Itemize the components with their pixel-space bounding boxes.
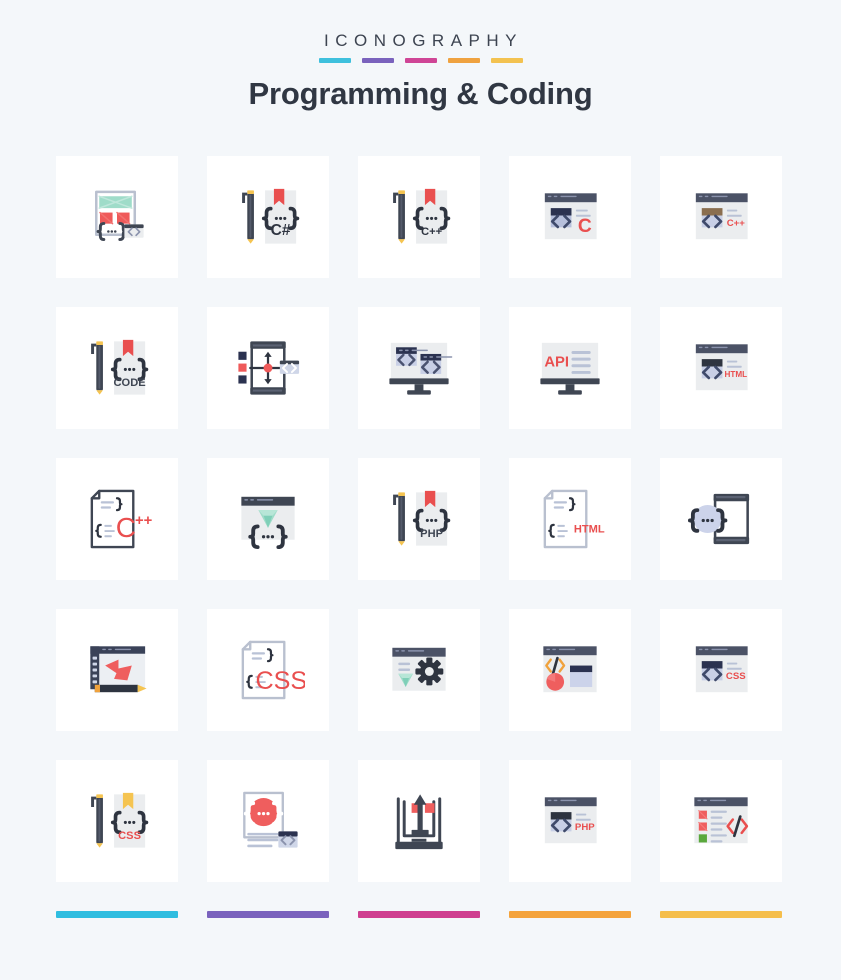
- header-swatch-2: [361, 58, 394, 63]
- icon-card-c-browser-window[interactable]: C: [509, 156, 631, 278]
- icon-card-html-document[interactable]: HTML: [509, 458, 631, 580]
- ruby-settings-browser-icon: [382, 633, 456, 707]
- icon-card-csharp-pen-bookmark[interactable]: C#: [207, 156, 329, 278]
- page-header: ICONOGRAPHY Programming & Coding: [0, 0, 841, 111]
- icon-card-api-monitor[interactable]: API: [509, 307, 631, 429]
- footer-bar-3: [358, 911, 480, 918]
- svg-text:C++: C++: [727, 218, 746, 229]
- svg-text:++: ++: [135, 513, 153, 529]
- header-swatch-4: [447, 58, 480, 63]
- csharp-pen-bookmark-icon: C#: [231, 180, 305, 254]
- svg-text:CSS: CSS: [255, 667, 305, 695]
- svg-text:C: C: [116, 512, 136, 543]
- cplusplus-browser-window-icon: C++: [684, 180, 758, 254]
- mobile-coding-icon: [684, 482, 758, 556]
- icon-card-code-pen-bookmark[interactable]: CODE: [56, 307, 178, 429]
- footer-bar-2: [207, 911, 329, 918]
- svg-text:C#: C#: [271, 222, 291, 239]
- web-design-tool-pencil-icon: [80, 633, 154, 707]
- svg-text:CSS: CSS: [118, 830, 141, 842]
- icon-card-mobile-coding[interactable]: [660, 458, 782, 580]
- eyebrow-text: ICONOGRAPHY: [323, 31, 524, 50]
- svg-text:HTML: HTML: [725, 370, 748, 379]
- svg-text:C: C: [578, 216, 592, 237]
- svg-text:PHP: PHP: [575, 822, 595, 833]
- icon-card-cplusplus-pen-bookmark[interactable]: C++: [358, 156, 480, 278]
- svg-text:HTML: HTML: [574, 523, 605, 535]
- svg-text:CODE: CODE: [114, 377, 146, 389]
- icon-card-code-document-badge[interactable]: [207, 760, 329, 882]
- code-list-browser-icon: [684, 784, 758, 858]
- icon-card-monitor-code-modules[interactable]: [358, 307, 480, 429]
- icon-card-web-design-tool-pencil[interactable]: [56, 609, 178, 731]
- header-swatch-5: [490, 58, 523, 63]
- icon-pack-page: ICONOGRAPHY Programming & Coding C# C++ C C…: [0, 0, 841, 980]
- svg-text:CSS: CSS: [726, 671, 746, 682]
- php-pen-bookmark-icon: PHP: [382, 482, 456, 556]
- icon-card-cplusplus-browser-window[interactable]: C++: [660, 156, 782, 278]
- analytics-code-browser-icon: [533, 633, 607, 707]
- icon-card-web-design-layout-code[interactable]: [56, 156, 178, 278]
- icon-grid: C# C++ C C++ CODE API HTML C ++ PHP HTML CSS CSS CSS P…: [56, 156, 782, 882]
- responsive-code-arrows-icon: [231, 331, 305, 405]
- ruby-browser-gem-icon: [231, 482, 305, 556]
- icon-card-analytics-code-browser[interactable]: [509, 609, 631, 731]
- monitor-code-modules-icon: [382, 331, 456, 405]
- icon-card-css-browser-window[interactable]: CSS: [660, 609, 782, 731]
- header-swatch-3: [404, 58, 437, 63]
- icon-card-php-pen-bookmark[interactable]: PHP: [358, 458, 480, 580]
- icon-card-css-pen-bookmark[interactable]: CSS: [56, 760, 178, 882]
- css-pen-bookmark-icon: CSS: [80, 784, 154, 858]
- web-design-layout-code-icon: [80, 180, 154, 254]
- footer-bar-5: [660, 911, 782, 918]
- api-monitor-icon: API: [533, 331, 607, 405]
- cplusplus-pen-bookmark-icon: C++: [382, 180, 456, 254]
- icon-card-php-browser-window[interactable]: PHP: [509, 760, 631, 882]
- svg-text:PHP: PHP: [420, 528, 443, 540]
- header-swatch-1: [318, 58, 351, 63]
- footer-bar-row: [56, 911, 782, 918]
- icon-card-cplusplus-document[interactable]: C ++: [56, 458, 178, 580]
- icon-card-css-document[interactable]: CSS: [207, 609, 329, 731]
- icon-card-ruby-settings-browser[interactable]: [358, 609, 480, 731]
- code-deploy-stand-icon: [382, 784, 456, 858]
- footer-bar-1: [56, 911, 178, 918]
- html-browser-window-icon: HTML: [684, 331, 758, 405]
- header-swatch-row: [0, 58, 841, 63]
- icon-card-html-browser-window[interactable]: HTML: [660, 307, 782, 429]
- code-pen-bookmark-icon: CODE: [80, 331, 154, 405]
- c-browser-window-icon: C: [533, 180, 607, 254]
- icon-card-code-list-browser[interactable]: [660, 760, 782, 882]
- css-browser-window-icon: CSS: [684, 633, 758, 707]
- php-browser-window-icon: PHP: [533, 784, 607, 858]
- cplusplus-document-icon: C ++: [80, 482, 154, 556]
- page-title: Programming & Coding: [248, 76, 593, 111]
- code-document-badge-icon: [231, 784, 305, 858]
- icon-card-code-deploy-stand[interactable]: [358, 760, 480, 882]
- footer-bar-4: [509, 911, 631, 918]
- icon-card-responsive-code-arrows[interactable]: [207, 307, 329, 429]
- svg-text:API: API: [544, 355, 569, 371]
- css-document-icon: CSS: [231, 633, 305, 707]
- html-document-icon: HTML: [533, 482, 607, 556]
- svg-text:C++: C++: [421, 226, 442, 238]
- icon-card-ruby-browser-gem[interactable]: [207, 458, 329, 580]
